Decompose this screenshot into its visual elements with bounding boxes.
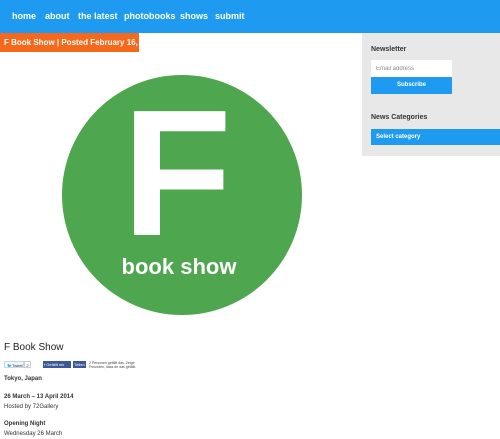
email-input[interactable] bbox=[371, 60, 452, 77]
nav-home-link[interactable]: home bbox=[12, 0, 36, 33]
facebook-like-text: 2 Personen gefällt das. Zeige Freunden, … bbox=[89, 361, 137, 369]
event-location: Tokyo, Japan bbox=[4, 376, 42, 382]
nav-submit-link[interactable]: submit bbox=[215, 0, 245, 33]
facebook-like-label: Gefällt mir bbox=[46, 362, 65, 367]
post-title: F Book Show bbox=[4, 342, 64, 353]
sidebar: Newsletter Subscribe News Categories Sel… bbox=[362, 33, 500, 156]
event-dates: 26 March – 13 April 2014 bbox=[4, 394, 74, 400]
logo-letter: F bbox=[122, 74, 232, 274]
opening-night-date: Wednesday 26 March bbox=[4, 431, 63, 437]
subscribe-button[interactable]: Subscribe bbox=[371, 77, 452, 94]
nav-shows-link[interactable]: shows bbox=[180, 0, 208, 33]
nav-photobooks-link[interactable]: photobooks bbox=[124, 0, 176, 33]
nav-about-link[interactable]: about bbox=[45, 0, 70, 33]
category-select[interactable]: Select category bbox=[371, 129, 500, 145]
f-book-show-logo: F book show bbox=[62, 74, 302, 315]
post-header-tag[interactable]: F Book Show | Posted February 16, 2014 bbox=[0, 33, 158, 52]
newsletter-heading: Newsletter bbox=[371, 46, 407, 53]
tweet-label: Tweet bbox=[11, 363, 23, 368]
tweet-count: 2 bbox=[24, 361, 31, 368]
top-nav: home about the latest photobooks shows s… bbox=[0, 0, 500, 33]
facebook-like-button[interactable]: f Gefällt mir bbox=[43, 361, 71, 368]
facebook-icon: f bbox=[44, 362, 46, 367]
opening-night-heading: Opening Night bbox=[4, 421, 46, 427]
tweet-button[interactable]: 🐦Tweet bbox=[4, 361, 24, 368]
nav-the-latest-link[interactable]: the latest bbox=[78, 0, 118, 33]
event-host: Hosted by 72Gallery bbox=[4, 404, 59, 410]
news-categories-heading: News Categories bbox=[371, 114, 428, 121]
logo-caption: book show bbox=[122, 254, 238, 279]
share-button[interactable]: Teilen bbox=[73, 361, 86, 368]
